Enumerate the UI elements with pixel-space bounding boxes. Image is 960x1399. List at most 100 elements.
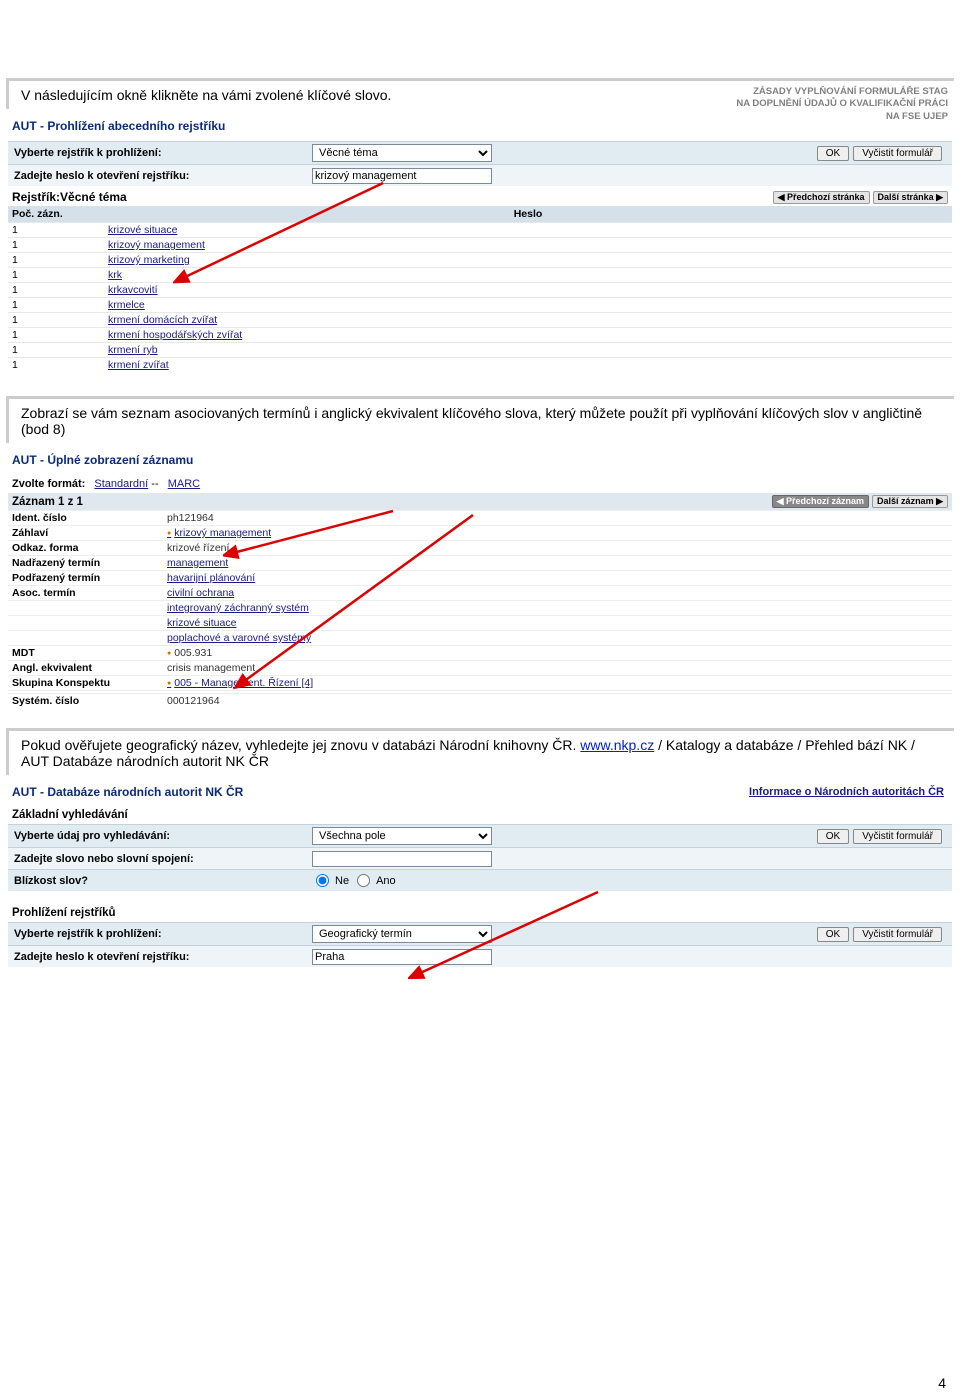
clear-button[interactable]: Vyčistit formulář <box>853 146 942 161</box>
detail-value-link[interactable]: 005 - Management. Řízení [4] <box>167 677 313 689</box>
format-standard-link[interactable]: Standardní <box>94 478 148 490</box>
panel-title: AUT - Prohlížení abecedního rejstříku <box>8 113 952 135</box>
next-record-button[interactable]: Další záznam ▶ <box>872 495 948 508</box>
prev-page-button[interactable]: ◀ Předchozí stránka <box>773 191 870 204</box>
row-heslo-link[interactable]: krmení zvířat <box>108 359 169 371</box>
table-row: 1krk <box>8 267 952 282</box>
format-label: Zvolte formát: <box>12 478 85 490</box>
detail-value-link[interactable]: krizový management <box>167 527 271 539</box>
search-field-select[interactable]: Všechna pole <box>312 827 492 845</box>
panel2-title: AUT - Úplné zobrazení záznamu <box>8 447 952 469</box>
heslo-input[interactable] <box>312 168 492 184</box>
detail-value-link[interactable]: poplachové a varovné systémy <box>167 632 311 644</box>
panel-zaznam: AUT - Úplné zobrazení záznamu Zvolte for… <box>8 447 952 708</box>
detail-label: Systém. číslo <box>12 695 167 707</box>
detail-label: Odkaz. forma <box>12 542 167 554</box>
detail-value: crisis management <box>167 662 255 674</box>
detail-label <box>12 617 167 629</box>
select-rejstrik[interactable]: Věcné téma <box>312 144 492 162</box>
clear-button-3[interactable]: Vyčistit formulář <box>853 927 942 942</box>
detail-label: MDT <box>12 647 167 659</box>
row-heslo-link[interactable]: krmení hospodářských zvířat <box>108 329 242 341</box>
detail-label: Skupina Konspektu <box>12 677 167 689</box>
table-row: 1krizový management <box>8 237 952 252</box>
sub-browse: Prohlížení rejstříků <box>8 891 952 922</box>
row-heslo-link[interactable]: krmení ryb <box>108 344 158 356</box>
row-heslo-link[interactable]: krk <box>108 269 122 281</box>
row-heslo-link[interactable]: krkavcovití <box>108 284 158 296</box>
clear-button-2[interactable]: Vyčistit formulář <box>853 829 942 844</box>
row-count: 1 <box>12 284 108 296</box>
next-page-button[interactable]: Další stránka ▶ <box>873 191 948 204</box>
detail-label: Podřazený termín <box>12 572 167 584</box>
detail-row: krizové situace <box>8 615 952 630</box>
detail-label: Nadřazený termín <box>12 557 167 569</box>
detail-value: ph121964 <box>167 512 214 524</box>
col-count: Poč. zázn. <box>12 208 108 220</box>
format-marc-link[interactable]: MARC <box>168 478 200 490</box>
browse-heslo-input[interactable] <box>312 949 492 965</box>
proximity-yes-radio[interactable] <box>357 874 370 887</box>
format-sep: -- <box>151 478 161 490</box>
detail-value-link[interactable]: civilní ochrana <box>167 587 234 599</box>
proximity-no-radio[interactable] <box>316 874 329 887</box>
browse-select-label: Vyberte rejstřík k prohlížení: <box>12 928 312 940</box>
table-row: 1krizový marketing <box>8 252 952 267</box>
detail-value-link[interactable]: integrovaný záchranný systém <box>167 602 309 614</box>
row-count: 1 <box>12 269 108 281</box>
table-row: 1krmení domácích zvířat <box>8 312 952 327</box>
select-rejstrik-label: Vyberte rejstřík k prohlížení: <box>12 147 312 159</box>
panel-rejstrik: AUT - Prohlížení abecedního rejstříku Vy… <box>8 113 952 372</box>
detail-value: 005.931 <box>167 647 212 659</box>
row-count: 1 <box>12 314 108 326</box>
row-heslo-link[interactable]: krizový management <box>108 239 205 251</box>
info-autority-link[interactable]: Informace o Národních autoritách ČR <box>749 786 944 798</box>
search-field-label: Vyberte údaj pro vyhledávání: <box>12 830 312 842</box>
heslo-label: Zadejte heslo k otevření rejstříku: <box>12 170 312 182</box>
detail-value-link[interactable]: krizové situace <box>167 617 236 629</box>
row-heslo-link[interactable]: krmelce <box>108 299 145 311</box>
table-row: 1krmení zvířat <box>8 357 952 372</box>
row-heslo-link[interactable]: krizové situace <box>108 224 177 236</box>
detail-value-link[interactable]: management <box>167 557 228 569</box>
table-row: 1krmení ryb <box>8 342 952 357</box>
detail-label: Ident. číslo <box>12 512 167 524</box>
detail-label <box>12 632 167 644</box>
prev-record-button[interactable]: ◀ Předchozí záznam <box>772 495 869 508</box>
row-count: 1 <box>12 254 108 266</box>
detail-label <box>12 602 167 614</box>
row-count: 1 <box>12 224 108 236</box>
detail-row: Nadřazený termínmanagement <box>8 555 952 570</box>
row-heslo-link[interactable]: krizový marketing <box>108 254 190 266</box>
doc-header-line1: ZÁSADY VYPLŇOVÁNÍ FORMULÁŘE STAG <box>736 86 948 98</box>
detail-row: Záhlavíkrizový management <box>8 525 952 540</box>
browse-select[interactable]: Geografický termín <box>312 925 492 943</box>
detail-row: Ident. čísloph121964 <box>8 510 952 525</box>
instruction-3: Pokud ověřujete geografický název, vyhle… <box>6 728 954 775</box>
ok-button-3[interactable]: OK <box>817 927 849 942</box>
detail-row: Odkaz. formakrizové řízení <box>8 540 952 555</box>
sub-basic-search: Základní vyhledávání <box>8 801 952 824</box>
detail-row: Angl. ekvivalentcrisis management <box>8 660 952 675</box>
row-count: 1 <box>12 239 108 251</box>
ok-button[interactable]: OK <box>817 146 849 161</box>
row-count: 1 <box>12 359 108 371</box>
instr3-a: Pokud ověřujete geografický název, vyhle… <box>21 737 580 753</box>
proximity-no-label: Ne <box>335 875 349 887</box>
proximity-label: Blízkost slov? <box>12 875 312 887</box>
detail-row: Systém. číslo000121964 <box>8 693 952 708</box>
rejstrik-label: Rejstřík: <box>12 190 60 204</box>
detail-value: 000121964 <box>167 695 220 707</box>
zaznam-count: Záznam 1 z 1 <box>12 496 83 508</box>
detail-row: MDT005.931 <box>8 645 952 660</box>
detail-row: Asoc. termíncivilní ochrana <box>8 585 952 600</box>
ok-button-2[interactable]: OK <box>817 829 849 844</box>
row-heslo-link[interactable]: krmení domácích zvířat <box>108 314 217 326</box>
detail-value-link[interactable]: havarijní plánování <box>167 572 255 584</box>
search-term-input[interactable] <box>312 851 492 867</box>
detail-label: Asoc. termín <box>12 587 167 599</box>
detail-row: Skupina Konspektu005 - Management. Řízen… <box>8 675 952 690</box>
detail-label: Angl. ekvivalent <box>12 662 167 674</box>
nkp-link[interactable]: www.nkp.cz <box>580 737 654 753</box>
instruction-2: Zobrazí se vám seznam asociovaných termí… <box>6 396 954 443</box>
